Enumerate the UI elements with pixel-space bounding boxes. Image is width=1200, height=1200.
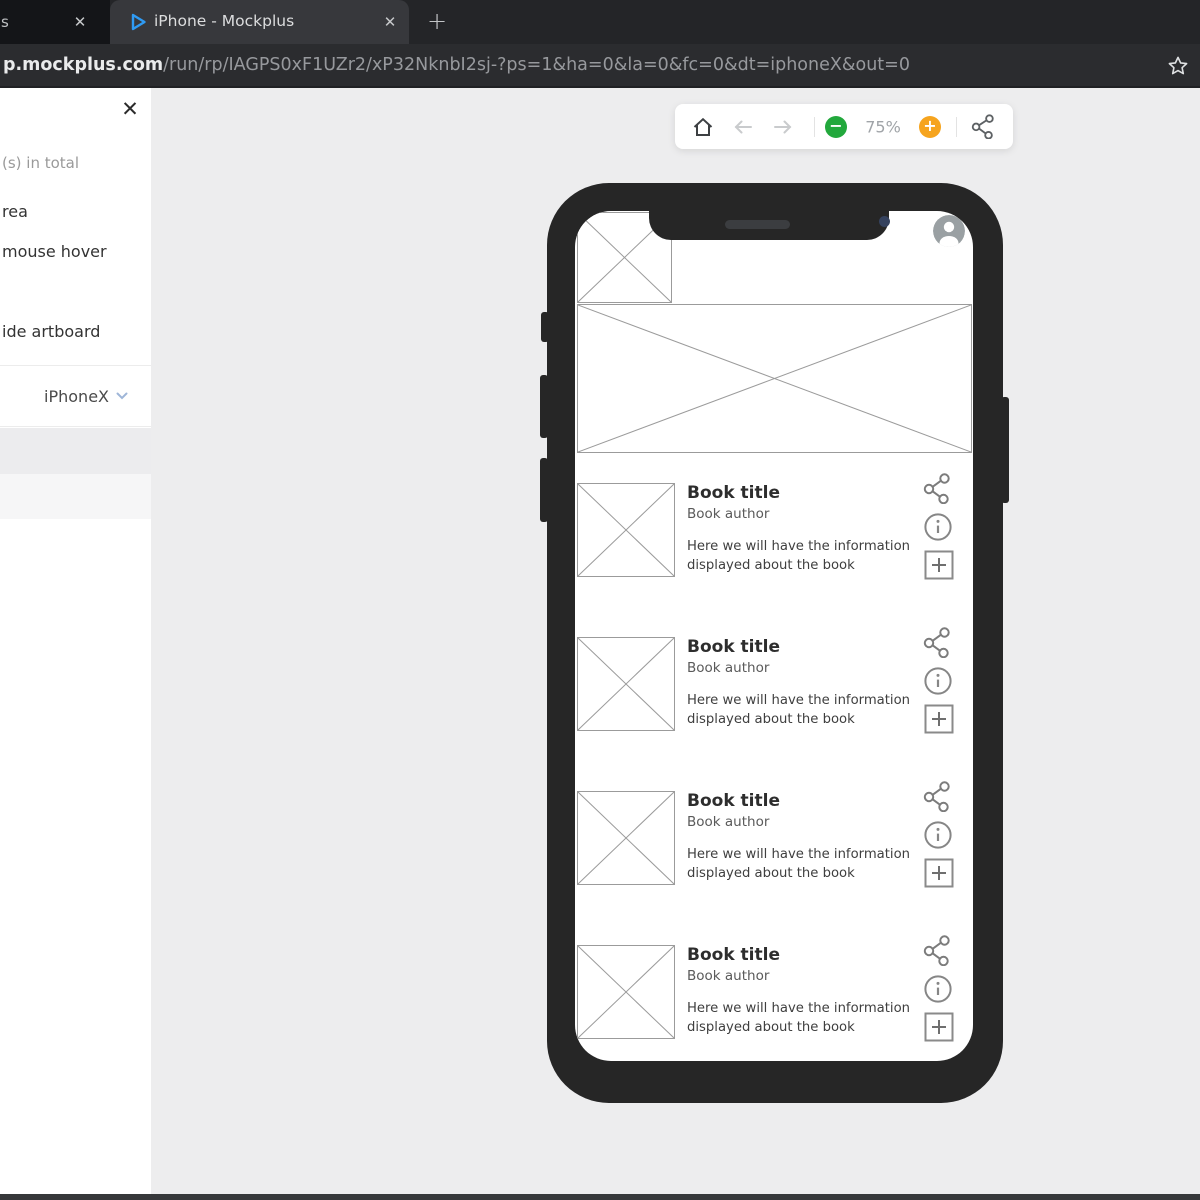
option-outside-artboard-label[interactable]: ide artboard [2, 322, 100, 341]
toolbar-divider [956, 116, 957, 137]
browser-tab-bar: s ✕ iPhone - Mockplus ✕ + [0, 0, 1200, 44]
book-list-item[interactable]: Book title Book author Here we will have… [577, 627, 971, 787]
volume-up-button [540, 375, 548, 438]
home-icon[interactable] [691, 115, 715, 139]
close-icon[interactable]: ✕ [117, 97, 143, 123]
book-text: Book title Book author Here we will have… [687, 483, 927, 575]
url-domain: p.mockplus.com [3, 55, 164, 75]
book-cover-placeholder [577, 791, 675, 885]
share-icon[interactable] [923, 627, 951, 659]
book-title: Book title [687, 483, 780, 503]
book-title: Book title [687, 637, 780, 657]
avatar[interactable] [933, 215, 965, 247]
share-icon[interactable] [923, 473, 951, 505]
hero-image-placeholder[interactable] [577, 304, 972, 453]
toolbar-divider [814, 116, 815, 137]
forward-arrow-icon[interactable] [772, 116, 794, 138]
power-button [1001, 397, 1009, 503]
close-icon[interactable]: ✕ [380, 12, 400, 32]
device-selector[interactable]: iPhoneX [0, 366, 151, 426]
share-icon[interactable] [923, 935, 951, 967]
zoom-in-button[interactable]: + [919, 115, 941, 138]
add-icon[interactable] [924, 1012, 954, 1042]
book-list-item[interactable]: Book title Book author Here we will have… [577, 935, 971, 1061]
add-icon[interactable] [924, 704, 954, 734]
device-selector-value: iPhoneX [44, 386, 109, 406]
phone-screen: Book title Book author Here we will have… [575, 211, 973, 1061]
add-icon[interactable] [924, 858, 954, 888]
zoom-out-button[interactable]: − [825, 115, 847, 138]
panel-light-band [0, 474, 151, 519]
book-description: Here we will have the information displa… [687, 1001, 911, 1035]
tab-previous[interactable]: s ✕ [0, 0, 110, 44]
tab-title: iPhone - Mockplus [154, 12, 295, 30]
book-title: Book title [687, 791, 780, 811]
book-text: Book title Book author Here we will have… [687, 637, 927, 729]
option-mouse-hover-label[interactable]: mouse hover [2, 242, 107, 261]
book-author: Book author [687, 814, 770, 830]
speaker-slot [725, 220, 790, 229]
info-icon[interactable] [924, 975, 952, 1003]
book-text: Book title Book author Here we will have… [687, 791, 927, 883]
share-icon[interactable] [923, 781, 951, 813]
book-cover-placeholder [577, 637, 675, 731]
iphone-frame: Book title Book author Here we will have… [540, 183, 1009, 1103]
tab-title-fragment: s [1, 13, 9, 31]
info-icon[interactable] [924, 667, 952, 695]
preview-toolbar: − 75% + [675, 104, 1013, 149]
book-author: Book author [687, 968, 770, 984]
panel-gray-band [0, 428, 151, 474]
front-camera [879, 216, 890, 227]
workspace: ✕ (s) in total rea mouse hover ide artbo… [0, 88, 1200, 1194]
phone-notch [649, 211, 890, 240]
book-author: Book author [687, 660, 770, 676]
book-title: Book title [687, 945, 780, 965]
share-icon[interactable] [971, 113, 995, 140]
settings-panel: ✕ (s) in total rea mouse hover ide artbo… [0, 88, 151, 1194]
url-text: p.mockplus.com/run/rp/IAGPS0xF1UZr2/xP32… [3, 55, 910, 75]
book-description: Here we will have the information displa… [687, 539, 911, 573]
info-icon[interactable] [924, 513, 952, 541]
book-description: Here we will have the information displa… [687, 693, 911, 727]
info-icon[interactable] [924, 821, 952, 849]
add-icon[interactable] [924, 550, 954, 580]
panel-divider [0, 426, 151, 427]
tab-active[interactable]: iPhone - Mockplus ✕ [110, 0, 409, 44]
new-tab-button[interactable]: + [422, 7, 452, 37]
book-description: Here we will have the information displa… [687, 847, 911, 881]
book-list-item[interactable]: Book title Book author Here we will have… [577, 781, 971, 941]
bookmark-star-icon[interactable] [1166, 54, 1190, 78]
book-cover-placeholder [577, 483, 675, 577]
play-icon [127, 11, 149, 33]
address-bar[interactable]: p.mockplus.com/run/rp/IAGPS0xF1UZr2/xP32… [0, 44, 1200, 88]
zoom-level: 75% [865, 117, 901, 136]
book-cover-placeholder [577, 945, 675, 1039]
pages-total-label: (s) in total [2, 154, 80, 172]
chevron-down-icon [116, 392, 128, 400]
option-clickable-area-label[interactable]: rea [2, 202, 28, 221]
close-icon[interactable]: ✕ [70, 12, 90, 32]
url-path: /run/rp/IAGPS0xF1UZr2/xP32NknbI2sj-?ps=1… [163, 55, 910, 75]
back-arrow-icon[interactable] [732, 116, 754, 138]
book-text: Book title Book author Here we will have… [687, 945, 927, 1037]
book-author: Book author [687, 506, 770, 522]
mute-switch [541, 312, 549, 342]
book-list-item[interactable]: Book title Book author Here we will have… [577, 473, 971, 633]
window-bottom-edge [0, 1194, 1200, 1200]
volume-down-button [540, 458, 548, 522]
